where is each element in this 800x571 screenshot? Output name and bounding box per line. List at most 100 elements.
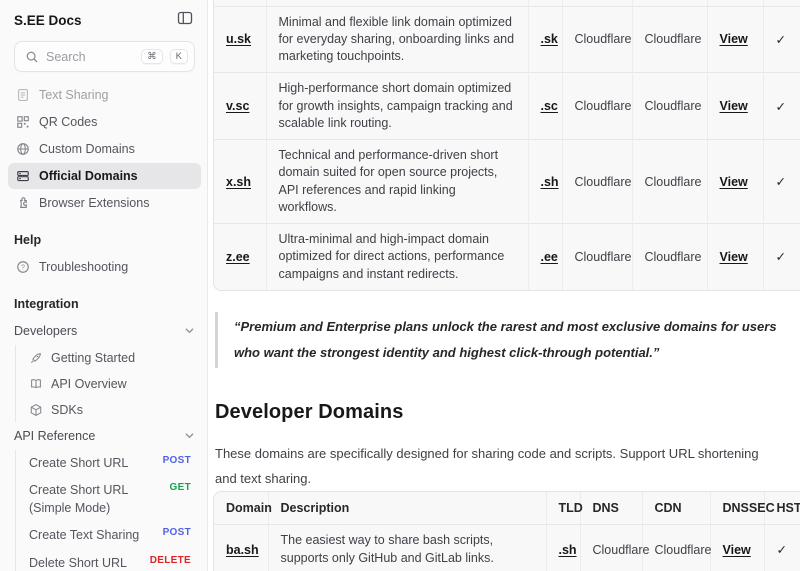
domain-description: Ultra-minimal and high-impact domain opt… xyxy=(266,224,528,290)
sidebar-item-label: Create Short URL (Simple Mode) xyxy=(29,481,147,517)
table-row: u.sk Minimal and flexible link domain op… xyxy=(214,6,800,73)
group-developers[interactable]: Developers xyxy=(14,318,195,343)
domain-link[interactable]: ba.sh xyxy=(226,543,259,557)
hsts-check: ✓ xyxy=(763,73,800,140)
sidebar-header: S.EE Docs xyxy=(14,10,195,30)
hsts-check: ✓ xyxy=(763,6,800,73)
premium-quote: “Premium and Enterprise plans unlock the… xyxy=(215,312,787,368)
cdn-value: Cloudflare xyxy=(632,73,707,140)
cmd-keycap: ⌘ xyxy=(141,49,163,65)
search-icon xyxy=(25,50,39,64)
col-header-dns: DNS xyxy=(580,492,642,525)
sidebar-item-api-overview[interactable]: API Overview xyxy=(25,371,195,396)
table-header-row: Domain Description TLD DNS CDN DNSSEC HS… xyxy=(214,492,800,525)
sidebar-item-label: Browser Extensions xyxy=(39,196,149,210)
qr-code-icon xyxy=(16,115,30,129)
dns-value: Cloudflare xyxy=(562,140,632,224)
sidebar-item-label: Getting Started xyxy=(51,351,135,365)
developers-sublist: Getting Started API Overview SDKs xyxy=(15,345,195,422)
page-title: Developer Domains xyxy=(215,401,800,424)
sidebar-item-label: Create Text Sharing xyxy=(29,526,139,544)
col-header-description: Description xyxy=(268,492,546,525)
method-badge: DELETE xyxy=(150,555,191,566)
sidebar-item-text-sharing[interactable]: Text Sharing xyxy=(8,82,201,108)
group-label: API Reference xyxy=(14,429,95,443)
search-box[interactable]: ⌘ K xyxy=(14,41,195,72)
premium-domains-table: u.sk Minimal and flexible link domain op… xyxy=(213,0,800,291)
svg-text:?: ? xyxy=(21,265,25,272)
cdn-value: Cloudflare xyxy=(632,140,707,224)
table-row: ba.sh The easiest way to share bash scri… xyxy=(214,525,800,571)
tld-link[interactable]: .sh xyxy=(559,543,577,557)
domain-description: The easiest way to share bash scripts, s… xyxy=(268,525,546,571)
package-icon xyxy=(29,403,43,417)
dnssec-view-link[interactable]: View xyxy=(720,99,748,113)
sidebar-item-sdks[interactable]: SDKs xyxy=(25,397,195,422)
dnssec-view-link[interactable]: View xyxy=(723,543,751,557)
dns-value: Cloudflare xyxy=(562,73,632,140)
section-heading-integration: Integration xyxy=(14,297,195,311)
col-header-tld: TLD xyxy=(546,492,580,525)
group-api-reference[interactable]: API Reference xyxy=(14,423,195,448)
tld-link[interactable]: .ee xyxy=(541,250,558,264)
col-header-domain: Domain xyxy=(214,492,268,525)
sidebar-item-label: Delete Short URL xyxy=(29,554,127,571)
domain-link[interactable]: u.sk xyxy=(226,32,251,46)
k-keycap: K xyxy=(170,49,188,65)
sidebar-item-getting-started[interactable]: Getting Started xyxy=(25,345,195,370)
hsts-check: ✓ xyxy=(764,525,800,571)
col-header-dnssec: DNSSEC xyxy=(710,492,764,525)
sidebar-item-qr-codes[interactable]: QR Codes xyxy=(8,109,201,135)
tld-link[interactable]: .sh xyxy=(541,175,559,189)
tld-link[interactable]: .sc xyxy=(541,99,558,113)
search-input[interactable] xyxy=(46,50,134,64)
cdn-value: Cloudflare xyxy=(632,6,707,73)
tld-link[interactable]: .sk xyxy=(541,32,558,46)
sidebar: S.EE Docs ⌘ K Text Sharing xyxy=(0,0,208,571)
sidebar-item-label: Create Short URL xyxy=(29,454,128,472)
dns-value: Cloudflare xyxy=(562,6,632,73)
developer-domains-table: Domain Description TLD DNS CDN DNSSEC HS… xyxy=(213,491,800,571)
chevron-down-icon xyxy=(184,325,195,336)
method-badge: POST xyxy=(163,527,191,538)
dnssec-view-link[interactable]: View xyxy=(720,32,748,46)
dnssec-view-link[interactable]: View xyxy=(720,250,748,264)
server-icon xyxy=(16,169,30,183)
chevron-down-icon xyxy=(184,430,195,441)
sidebar-item-troubleshooting[interactable]: ? Troubleshooting xyxy=(8,254,201,280)
sidebar-item-create-short-url-simple[interactable]: Create Short URL (Simple Mode) GET xyxy=(25,477,195,521)
dns-value: Cloudflare xyxy=(580,525,642,571)
sidebar-item-label: Custom Domains xyxy=(39,142,135,156)
intro-paragraph: These domains are specifically designed … xyxy=(215,441,783,492)
app-window: S.EE Docs ⌘ K Text Sharing xyxy=(0,0,800,571)
rocket-icon xyxy=(29,351,43,365)
panel-toggle-icon xyxy=(177,10,193,31)
api-reference-sublist: Create Short URL POST Create Short URL (… xyxy=(15,450,195,571)
sidebar-item-create-short-url[interactable]: Create Short URL POST xyxy=(25,450,195,476)
table-row: x.sh Technical and performance-driven sh… xyxy=(214,140,800,224)
puzzle-icon xyxy=(16,196,30,210)
globe-icon xyxy=(16,142,30,156)
sidebar-toggle-button[interactable] xyxy=(175,10,195,30)
domain-link[interactable]: z.ee xyxy=(226,250,250,264)
sidebar-item-label: SDKs xyxy=(51,403,83,417)
hsts-check: ✓ xyxy=(763,140,800,224)
domain-description: Minimal and flexible link domain optimiz… xyxy=(266,6,528,73)
sidebar-item-label: Official Domains xyxy=(39,169,138,183)
book-open-icon xyxy=(29,377,43,391)
sidebar-item-delete-short-url[interactable]: Delete Short URL DELETE xyxy=(25,550,195,571)
sidebar-item-label: QR Codes xyxy=(39,115,97,129)
cdn-value: Cloudflare xyxy=(642,525,710,571)
domain-link[interactable]: x.sh xyxy=(226,175,251,189)
help-circle-icon: ? xyxy=(16,260,30,274)
app-title: S.EE Docs xyxy=(14,13,82,28)
sidebar-item-label: API Overview xyxy=(51,377,127,391)
sidebar-item-custom-domains[interactable]: Custom Domains xyxy=(8,136,201,162)
sidebar-item-official-domains[interactable]: Official Domains xyxy=(8,163,201,189)
sidebar-item-browser-extensions[interactable]: Browser Extensions xyxy=(8,190,201,216)
group-label: Developers xyxy=(14,324,77,338)
dnssec-view-link[interactable]: View xyxy=(720,175,748,189)
domain-link[interactable]: v.sc xyxy=(226,99,249,113)
sidebar-item-create-text-sharing[interactable]: Create Text Sharing POST xyxy=(25,522,195,548)
cdn-value: Cloudflare xyxy=(632,224,707,290)
